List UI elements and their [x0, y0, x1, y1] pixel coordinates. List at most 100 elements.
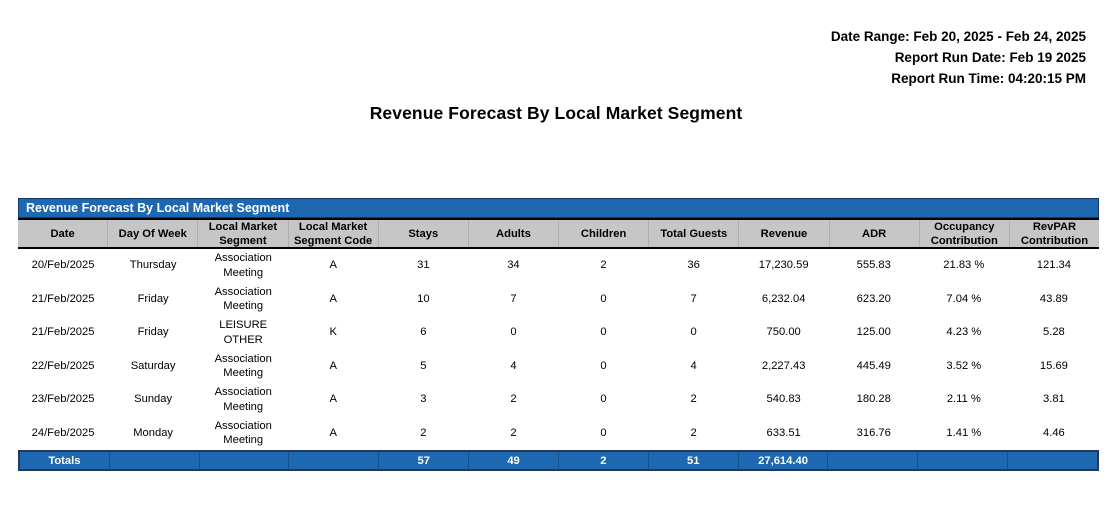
cell-date: 22/Feb/2025: [18, 350, 108, 384]
totals-row: Totals 57 49 2 51 27,614.40: [18, 450, 1099, 471]
column-header-local-market-segment: Local Market Segment: [198, 220, 288, 247]
cell-children: 0: [558, 383, 648, 417]
cell-stays: 3: [378, 383, 468, 417]
cell-occupancy-contribution: 21.83 %: [919, 249, 1009, 283]
column-header-day-of-week: Day Of Week: [108, 220, 198, 247]
cell-stays: 31: [378, 249, 468, 283]
cell-adr: 623.20: [829, 283, 919, 317]
cell-stays: 10: [378, 283, 468, 317]
cell-children: 0: [558, 350, 648, 384]
cell-stays: 2: [378, 417, 468, 451]
cell-segment-code: A: [288, 249, 378, 283]
cell-day-of-week: Friday: [108, 283, 198, 317]
cell-date: 23/Feb/2025: [18, 383, 108, 417]
cell-total-guests: 0: [649, 316, 739, 350]
table-row: 20/Feb/2025 Thursday Association Meeting…: [18, 249, 1099, 283]
totals-segment-code: [289, 452, 379, 469]
cell-date: 24/Feb/2025: [18, 417, 108, 451]
cell-occupancy-contribution: 2.11 %: [919, 383, 1009, 417]
cell-revenue: 633.51: [739, 417, 829, 451]
column-header-revpar-contribution: RevPAR Contribution: [1010, 220, 1099, 247]
cell-occupancy-contribution: 4.23 %: [919, 316, 1009, 350]
cell-segment-code: K: [288, 316, 378, 350]
table-row: 24/Feb/2025 Monday Association Meeting A…: [18, 417, 1099, 451]
cell-revpar-contribution: 43.89: [1009, 283, 1099, 317]
cell-adr: 316.76: [829, 417, 919, 451]
cell-adults: 0: [468, 316, 558, 350]
cell-revpar-contribution: 3.81: [1009, 383, 1099, 417]
cell-local-market-segment: Association Meeting: [198, 249, 288, 283]
cell-adr: 445.49: [829, 350, 919, 384]
cell-adr: 180.28: [829, 383, 919, 417]
column-header-revenue: Revenue: [739, 220, 829, 247]
column-header-total-guests: Total Guests: [649, 220, 739, 247]
cell-revenue: 2,227.43: [739, 350, 829, 384]
cell-children: 0: [558, 316, 648, 350]
totals-label: Totals: [20, 452, 110, 469]
column-header-stays: Stays: [379, 220, 469, 247]
cell-segment-code: A: [288, 283, 378, 317]
cell-local-market-segment: Association Meeting: [198, 350, 288, 384]
column-header-row: Date Day Of Week Local Market Segment Lo…: [18, 218, 1099, 249]
cell-total-guests: 7: [649, 283, 739, 317]
cell-children: 0: [558, 283, 648, 317]
cell-occupancy-contribution: 7.04 %: [919, 283, 1009, 317]
cell-revenue: 6,232.04: [739, 283, 829, 317]
totals-children: 2: [559, 452, 649, 469]
table-title-bar: Revenue Forecast By Local Market Segment: [18, 198, 1099, 218]
table-row: 21/Feb/2025 Friday Association Meeting A…: [18, 283, 1099, 317]
table-row: 22/Feb/2025 Saturday Association Meeting…: [18, 350, 1099, 384]
cell-revenue: 540.83: [739, 383, 829, 417]
report-run-date: Report Run Date: Feb 19 2025: [831, 47, 1086, 68]
cell-stays: 6: [378, 316, 468, 350]
column-header-adults: Adults: [469, 220, 559, 247]
cell-local-market-segment: Association Meeting: [198, 417, 288, 451]
cell-segment-code: A: [288, 350, 378, 384]
totals-revpar-contribution: [1008, 452, 1097, 469]
column-header-children: Children: [559, 220, 649, 247]
cell-children: 2: [558, 249, 648, 283]
cell-children: 0: [558, 417, 648, 451]
cell-segment-code: A: [288, 383, 378, 417]
cell-date: 20/Feb/2025: [18, 249, 108, 283]
cell-day-of-week: Thursday: [108, 249, 198, 283]
revenue-forecast-table: Revenue Forecast By Local Market Segment…: [18, 198, 1099, 471]
cell-local-market-segment: LEISURE OTHER: [198, 316, 288, 350]
cell-occupancy-contribution: 3.52 %: [919, 350, 1009, 384]
cell-total-guests: 2: [649, 383, 739, 417]
totals-total-guests: 51: [649, 452, 739, 469]
cell-revenue: 750.00: [739, 316, 829, 350]
cell-segment-code: A: [288, 417, 378, 451]
totals-stays: 57: [379, 452, 469, 469]
report-meta: Date Range: Feb 20, 2025 - Feb 24, 2025 …: [831, 26, 1086, 89]
cell-adults: 7: [468, 283, 558, 317]
cell-total-guests: 36: [649, 249, 739, 283]
table-row: 23/Feb/2025 Sunday Association Meeting A…: [18, 383, 1099, 417]
cell-day-of-week: Sunday: [108, 383, 198, 417]
totals-local-market-segment: [200, 452, 290, 469]
totals-revenue: 27,614.40: [739, 452, 829, 469]
date-range: Date Range: Feb 20, 2025 - Feb 24, 2025: [831, 26, 1086, 47]
cell-day-of-week: Friday: [108, 316, 198, 350]
cell-stays: 5: [378, 350, 468, 384]
cell-day-of-week: Monday: [108, 417, 198, 451]
page-title: Revenue Forecast By Local Market Segment: [0, 103, 1112, 124]
report-run-time: Report Run Time: 04:20:15 PM: [831, 68, 1086, 89]
cell-local-market-segment: Association Meeting: [198, 283, 288, 317]
table-row: 21/Feb/2025 Friday LEISURE OTHER K 6 0 0…: [18, 316, 1099, 350]
cell-adr: 125.00: [829, 316, 919, 350]
cell-total-guests: 2: [649, 417, 739, 451]
totals-day-of-week: [110, 452, 200, 469]
table-body: 20/Feb/2025 Thursday Association Meeting…: [18, 249, 1099, 450]
column-header-adr: ADR: [830, 220, 920, 247]
cell-local-market-segment: Association Meeting: [198, 383, 288, 417]
cell-revenue: 17,230.59: [739, 249, 829, 283]
cell-day-of-week: Saturday: [108, 350, 198, 384]
cell-adults: 2: [468, 417, 558, 451]
cell-adults: 4: [468, 350, 558, 384]
column-header-local-market-segment-code: Local Market Segment Code: [289, 220, 379, 247]
cell-adults: 34: [468, 249, 558, 283]
totals-adr: [828, 452, 918, 469]
cell-revpar-contribution: 4.46: [1009, 417, 1099, 451]
cell-date: 21/Feb/2025: [18, 283, 108, 317]
